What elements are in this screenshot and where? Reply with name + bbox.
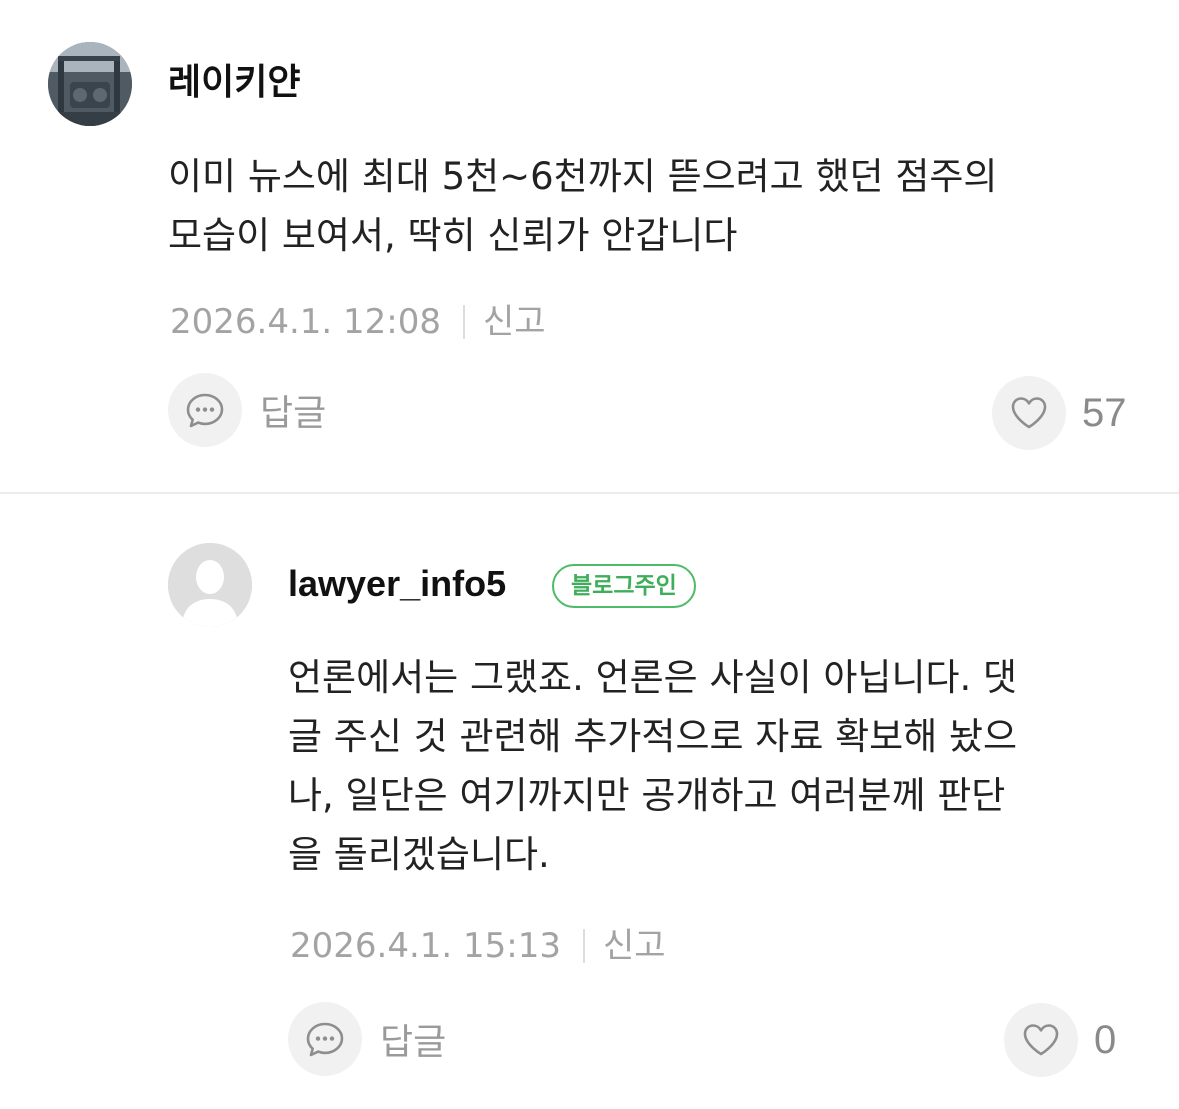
reply-button[interactable]: 답글 [288,1002,446,1076]
timestamp: 2026.4.1. 15:13 [290,926,562,966]
comment-line: 모습이 보여서, 딱히 신뢰가 안갑니다 [168,214,738,257]
comment-line: 이미 뉴스에 최대 5천~6천까지 뜯으려고 했던 점주의 [168,155,998,198]
like-icon-circle [1004,1003,1078,1077]
meta-divider [583,929,586,963]
comment-line: 나, 일단은 여기까지만 공개하고 여러분께 판단 [288,774,1006,817]
comment-item: lawyer_info5 블로그주인 언론에서는 그랬죠. 언론은 사실이 아닙… [0,494,1179,1109]
comment-line: 언론에서는 그랬죠. 언론은 사실이 아닙니다. 댓 [288,656,1018,699]
report-link[interactable]: 신고 [483,302,546,342]
reply-icon-circle [288,1002,362,1076]
like-count: 0 [1094,1017,1117,1062]
like-button[interactable]: 57 [992,376,1127,450]
reply-label: 답글 [380,1022,447,1063]
reply-icon-circle [168,373,242,447]
heart-outline-icon [1023,1024,1059,1056]
comment-item: 레이키얀 이미 뉴스에 최대 5천~6천까지 뜯으려고 했던 점주의 모습이 보… [0,0,1179,492]
photo-avatar-icon [48,42,132,126]
meta-divider [463,305,466,339]
default-person-avatar-icon [168,543,252,627]
like-button[interactable]: 0 [1004,1003,1116,1077]
username[interactable]: lawyer_info5 [288,562,506,606]
comment-meta: 2026.4.1. 12:08 신고 [170,302,546,342]
comment-text: 언론에서는 그랬죠. 언론은 사실이 아닙니다. 댓 글 주신 것 관련해 추가… [288,648,1017,884]
username[interactable]: 레이키얀 [168,60,300,104]
comment-meta: 2026.4.1. 15:13 신고 [290,926,666,966]
like-icon-circle [992,376,1066,450]
reply-button[interactable]: 답글 [168,373,326,447]
speech-bubble-icon [186,393,224,428]
timestamp: 2026.4.1. 12:08 [170,302,442,342]
speech-bubble-icon [306,1022,344,1057]
blog-owner-badge: 블로그주인 [552,564,696,608]
comment-text: 이미 뉴스에 최대 5천~6천까지 뜯으려고 했던 점주의 모습이 보여서, 딱… [168,147,997,265]
reply-label: 답글 [260,393,327,434]
heart-outline-icon [1011,397,1047,429]
report-link[interactable]: 신고 [603,926,666,966]
user-avatar[interactable] [48,42,132,126]
user-avatar[interactable] [168,543,252,627]
comment-line: 글 주신 것 관련해 추가적으로 자료 확보해 놨으 [288,715,1018,758]
comment-line: 을 돌리겠습니다. [288,833,550,876]
like-count: 57 [1082,390,1127,435]
